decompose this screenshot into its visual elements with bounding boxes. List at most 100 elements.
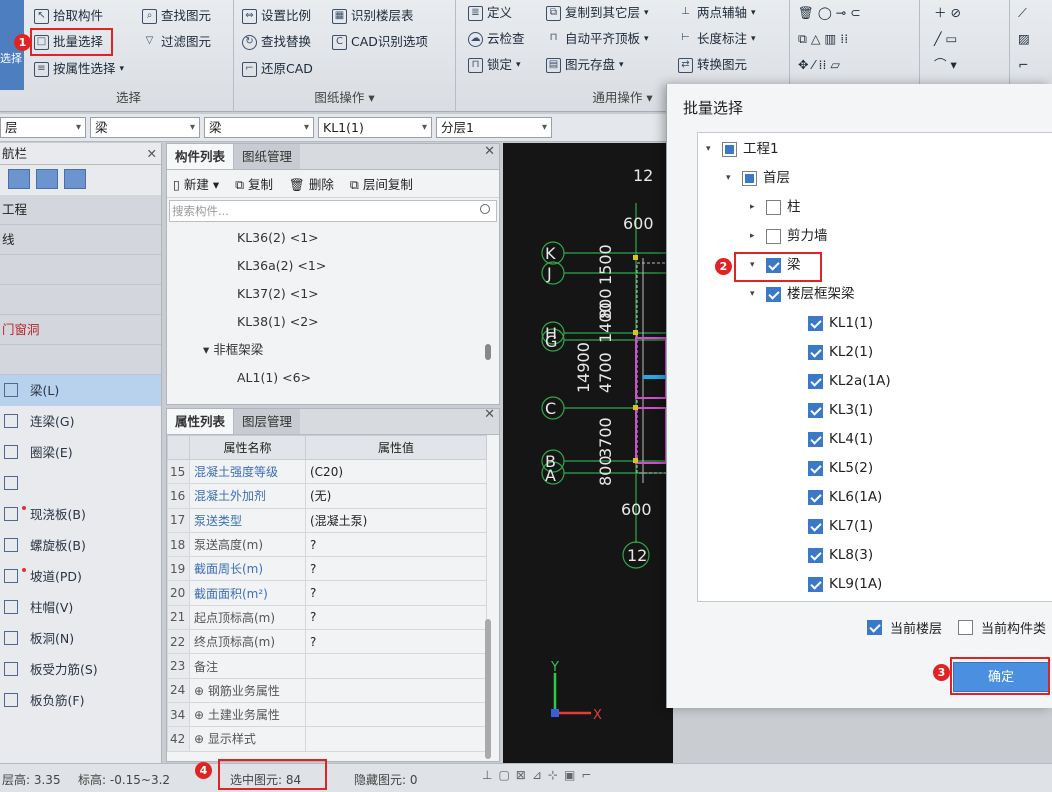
move-tool-icon[interactable]: ✥ ⁄ ⁞⁞ ▱ [798,54,840,76]
nav-item[interactable]: 螺旋板(B) [0,530,161,561]
cad-drawing-canvas[interactable]: 12 600 K J H G C B A 600 12 14900 4700 3… [503,143,673,763]
tree-node-checkbox[interactable] [808,490,823,505]
nav-item[interactable]: 梁(L) [0,375,161,406]
property-row[interactable]: 34 ⊕ 土建业务属性 [167,701,487,728]
sublayer-combo[interactable]: 分层1 [436,117,552,138]
property-value[interactable]: ? [305,556,487,582]
tree-node-checkbox[interactable] [808,577,823,592]
expand-right-icon[interactable]: ▸ [750,222,760,251]
tab-property-list[interactable]: 属性列表 [167,409,235,434]
tree-node[interactable]: KL2a(1A) [808,367,891,396]
find-replace-button[interactable]: ↻ 查找替换 [242,31,311,53]
tree-node[interactable]: KL9(1A) [808,570,882,599]
tree-node-checkbox[interactable] [808,461,823,476]
property-row[interactable]: 20 截面面积(m²)? [167,580,487,606]
nav-category[interactable] [0,255,161,285]
tree-node-checkbox[interactable] [742,171,757,186]
property-value[interactable] [305,677,487,703]
copy-component-button[interactable]: ⧉ 复制 [235,174,273,193]
floor-combo[interactable]: 层 [0,117,86,138]
tree-node[interactable]: KL7(1) [808,512,873,541]
tree-node-checkbox[interactable] [808,374,823,389]
tab-drawing-management[interactable]: 图纸管理 [234,144,301,169]
close-icon[interactable]: ✕ [484,144,495,159]
delete-component-button[interactable]: 🗑 删除 [289,174,334,193]
close-icon[interactable]: ✕ [484,407,495,422]
list-view-icon[interactable] [36,169,58,189]
tree-node[interactable]: KL1(1) [808,309,873,338]
list-item[interactable]: KL36(2) <1> [167,224,499,252]
nav-item[interactable]: 柱帽(V) [0,592,161,623]
nav-item[interactable]: 板受力筋(S) [0,654,161,685]
set-scale-button[interactable]: ⇔ 设置比例 [242,5,311,27]
property-value[interactable]: ? [305,629,487,655]
tree-node[interactable]: KL3(1) [808,396,873,425]
list-item[interactable]: KL37(2) <1> [167,280,499,308]
property-value[interactable] [305,701,487,728]
current-component-type-checkbox[interactable] [958,620,974,635]
copy-to-other-layer-button[interactable]: ⧉ 复制到其它层 ▾ [546,2,649,24]
nav-item[interactable]: 板负筋(F) [0,685,161,716]
list-item[interactable]: AL1(1) <6> [167,364,499,392]
define-button[interactable]: ≣ 定义 [468,2,512,24]
property-row[interactable]: 21 起点顶标高(m)? [167,604,487,631]
nav-item[interactable]: 连梁(G) [0,406,161,437]
extra-tool-icon[interactable]: ⟋ [1018,2,1027,24]
property-value[interactable] [305,726,487,752]
new-component-button[interactable]: ▯ 新建 ▾ [173,174,219,193]
nav-category[interactable]: 门窗洞 [0,315,161,345]
hatch-tool-icon[interactable]: ▨ [1018,28,1030,50]
find-element-button[interactable]: ⌕ 查找图元 [142,5,211,27]
nav-item[interactable]: 现浇板(B) [0,499,161,530]
tree-node-checkbox[interactable] [808,345,823,360]
trim-tool-icon[interactable]: ⌐ [1018,54,1028,76]
property-value[interactable]: (混凝土泵) [305,507,487,533]
list-scrollbar[interactable] [485,344,491,360]
cloud-check-button[interactable]: ☁ 云检查 [468,28,525,50]
list-item[interactable]: KL38(1) <2> [167,308,499,336]
tree-node[interactable]: ▸ 剪力墙 [750,222,828,251]
property-value[interactable]: ? [305,531,487,558]
properties-scrollbar[interactable] [485,619,491,759]
property-value[interactable]: ? [305,604,487,631]
tree-node[interactable]: KL6(1A) [808,483,882,512]
two-point-axis-button[interactable]: ⊥ 两点辅轴 ▾ [678,2,755,24]
expand-down-icon[interactable]: ▾ [750,280,760,309]
grid-view-icon[interactable] [8,169,30,189]
property-row[interactable]: 22 终点顶标高(m)? [167,629,487,655]
component-subtype-combo[interactable]: 梁 [204,117,314,138]
restore-cad-button[interactable]: ⌐ 还原CAD [242,58,313,80]
tree-node[interactable]: ▾ 楼层框架梁 [750,280,855,309]
cad-options-button[interactable]: C CAD识别选项 [332,31,428,53]
property-value[interactable]: (C20) [305,458,487,485]
property-value[interactable]: ? [305,580,487,606]
element-store-button[interactable]: ▤ 图元存盘 ▾ [546,54,624,76]
tree-node[interactable]: ▾ 工程1 [706,135,779,164]
nav-category[interactable]: 工程 [0,195,161,225]
tree-node-checkbox[interactable] [808,403,823,418]
mirror-tool-icon[interactable]: ⧉ △ ▥ ⁞⁞ [798,28,848,50]
component-name-combo[interactable]: KL1(1) [318,117,432,138]
tree-node-checkbox[interactable] [808,548,823,563]
nav-item[interactable]: 圈梁(E) [0,437,161,468]
floor-copy-button[interactable]: ⧉ 层间复制 [350,174,413,193]
tree-node-checkbox[interactable] [766,287,781,302]
component-type-combo[interactable]: 梁 [90,117,200,138]
tree-node[interactable]: KL2(1) [808,338,873,367]
pick-component-button[interactable]: ↖ 拾取构件 [34,5,103,27]
lock-button[interactable]: ⊓ 锁定 ▾ [468,54,521,76]
expand-down-icon[interactable]: ▾ [706,135,716,164]
property-row[interactable]: 15 混凝土强度等级 (C20) [167,458,487,485]
property-row[interactable]: 17 泵送类型 (混凝土泵) [167,507,487,533]
filter-element-button[interactable]: ▽ 过滤图元 [142,31,211,53]
property-value[interactable] [305,653,487,679]
property-row[interactable]: 16 混凝土外加剂 (无) [167,483,487,509]
tree-node-checkbox[interactable] [808,519,823,534]
component-search-input[interactable]: 搜索构件... [169,200,497,222]
tree-node[interactable]: ▾ 首层 [726,164,790,193]
length-dimension-button[interactable]: ⊢ 长度标注 ▾ [678,28,755,50]
tab-layer-management[interactable]: 图层管理 [234,409,301,434]
property-row[interactable]: 24 ⊕ 钢筋业务属性 [167,677,487,703]
identify-floor-table-button[interactable]: ▦ 识别楼层表 [332,5,414,27]
snap-toolbar-icons[interactable]: ⊥▢⊠⊿⊹▣⌐ [482,768,597,782]
